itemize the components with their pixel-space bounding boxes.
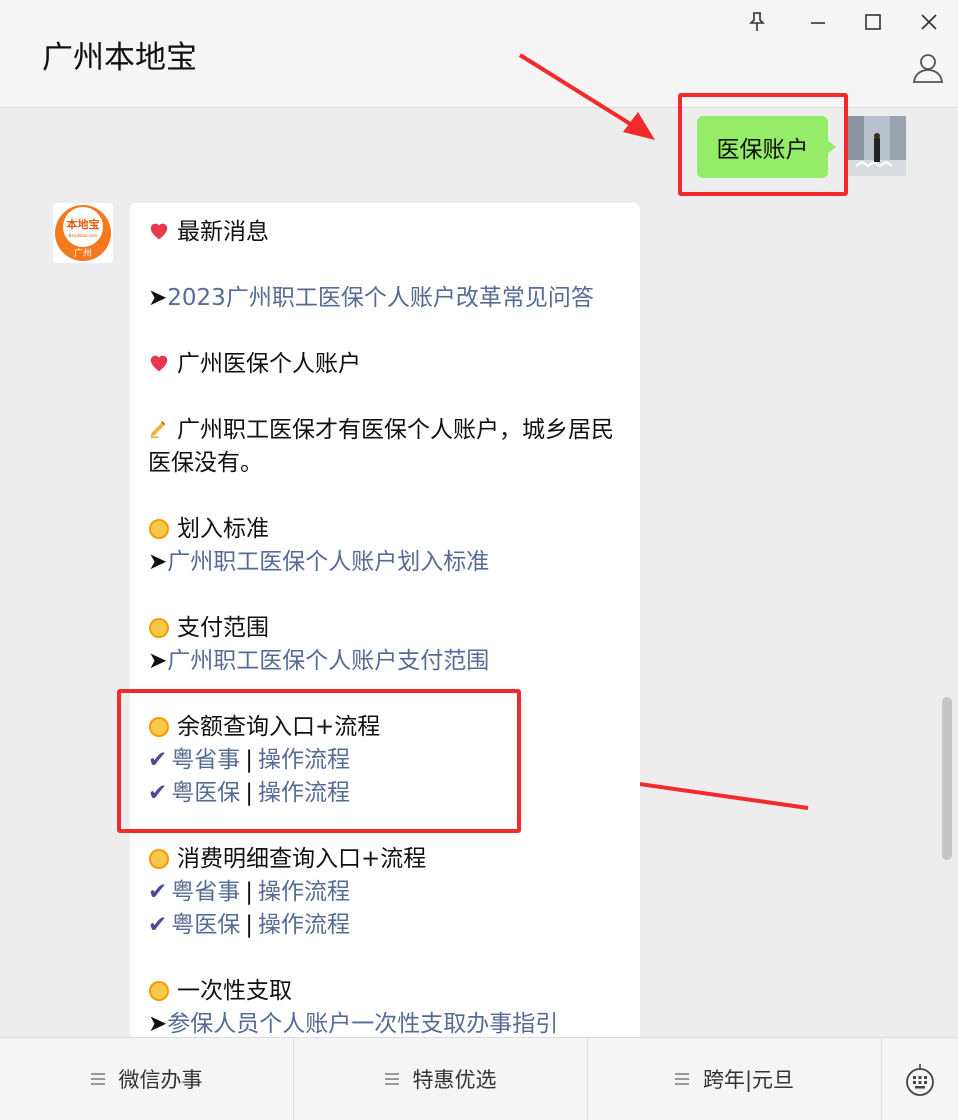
bottom-menu: 微信办事 特惠优选 跨年|元旦: [0, 1037, 958, 1120]
keyboard-icon: [906, 1064, 934, 1096]
withdraw-heading: 一次性支取: [148, 975, 622, 1008]
arrow-bullet: ➤: [148, 549, 168, 575]
check-icon: ✔: [148, 879, 168, 905]
payment-link[interactable]: 广州职工医保个人账户支付范围: [167, 648, 489, 674]
detail-heading: 消费明细查询入口+流程: [148, 843, 622, 876]
standard-link[interactable]: 广州职工医保个人账户划入标准: [167, 549, 489, 575]
detail-app2-flow-link[interactable]: 操作流程: [258, 912, 350, 938]
detail-row-1: ✔ 粤省事 | 操作流程: [148, 876, 622, 909]
official-account-avatar[interactable]: 本地宝 Bendibao.com 广州: [53, 203, 113, 263]
menu-lines-icon: [674, 1073, 689, 1085]
menu-wechat-services[interactable]: 微信办事: [0, 1038, 294, 1120]
latest-news-heading: 最新消息: [148, 216, 622, 249]
withdraw-link[interactable]: 参保人员个人账户一次性支取办事指引: [167, 1011, 558, 1037]
account-note: 广州职工医保才有医保个人账户，城乡居民医保没有。: [148, 417, 614, 476]
menu-new-year[interactable]: 跨年|元旦: [588, 1038, 882, 1120]
heart-icon: [150, 355, 168, 372]
svg-text:广州: 广州: [74, 247, 92, 259]
bendibao-logo-icon: 本地宝 Bendibao.com 广州: [53, 203, 113, 263]
sun-icon: [149, 618, 169, 638]
menu-special-offers[interactable]: 特惠优选: [294, 1038, 588, 1120]
faq-link[interactable]: 2023广州职工医保个人账户改革常见问答: [167, 285, 594, 311]
menu-label: 特惠优选: [412, 1068, 497, 1092]
payment-row: ➤广州职工医保个人账户支付范围: [148, 645, 622, 678]
incoming-message-bubble: 最新消息 ➤2023广州职工医保个人账户改革常见问答 广州医保个人账户 广州职工…: [130, 203, 640, 1039]
detail-app1-flow-link[interactable]: 操作流程: [258, 879, 350, 905]
menu-label: 跨年|元旦: [702, 1068, 795, 1092]
arrow-bullet: ➤: [148, 648, 168, 674]
separator: |: [245, 879, 254, 905]
payment-heading: 支付范围: [148, 612, 622, 645]
faq-row: ➤2023广州职工医保个人账户改革常见问答: [148, 282, 622, 315]
sun-icon: [149, 849, 169, 869]
standard-heading: 划入标准: [148, 513, 622, 546]
standard-row: ➤广州职工医保个人账户划入标准: [148, 546, 622, 579]
annotation-arrowhead-top: [623, 112, 655, 140]
menu-lines-icon: [90, 1073, 105, 1085]
menu-label: 微信办事: [118, 1068, 203, 1092]
annotation-arrow-top: [518, 53, 642, 132]
detail-app2-link[interactable]: 粤医保: [171, 912, 240, 938]
svg-text:本地宝: 本地宝: [67, 217, 100, 231]
writing-hand-icon: [150, 421, 166, 439]
account-heading: 广州医保个人账户: [148, 348, 622, 381]
detail-app1-link[interactable]: 粤省事: [171, 879, 240, 905]
separator: |: [245, 912, 254, 938]
arrow-bullet: ➤: [148, 285, 168, 311]
chat-scrollbar[interactable]: [942, 697, 952, 860]
keyboard-toggle-button[interactable]: [882, 1038, 958, 1120]
svg-text:Bendibao.com: Bendibao.com: [69, 233, 98, 238]
detail-row-2: ✔ 粤医保 | 操作流程: [148, 909, 622, 942]
withdraw-row: ➤参保人员个人账户一次性支取办事指引: [148, 1008, 622, 1039]
highlight-box-balance: [117, 689, 521, 833]
menu-lines-icon: [384, 1073, 399, 1085]
arrow-bullet: ➤: [148, 1011, 168, 1037]
check-icon: ✔: [148, 912, 168, 938]
message-content: 最新消息 ➤2023广州职工医保个人账户改革常见问答 广州医保个人账户 广州职工…: [130, 203, 640, 1039]
sun-icon: [149, 519, 169, 539]
heart-icon: [150, 223, 168, 240]
sun-icon: [149, 981, 169, 1001]
